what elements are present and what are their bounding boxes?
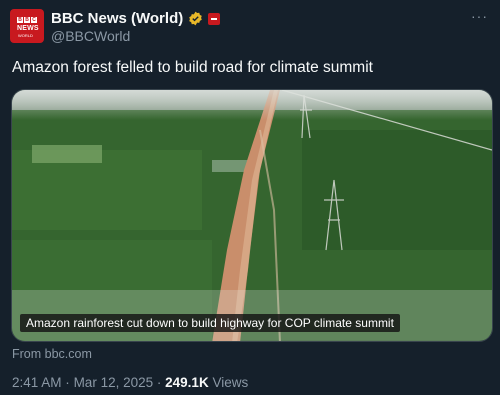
author-name[interactable]: BBC News (World) (51, 10, 183, 27)
post-meta: 2:41 AM · Mar 12, 2025 · 249.1K Views (12, 375, 248, 390)
video-caption: Amazon rainforest cut down to build high… (20, 314, 400, 332)
logo-letter: B (17, 17, 23, 23)
bbc-logo-icon: B B C (17, 17, 37, 23)
avatar[interactable]: B B C NEWS WORLD (10, 9, 44, 43)
aerial-road-image (12, 90, 492, 341)
logo-letter: C (31, 17, 37, 23)
verified-badge-icon (189, 11, 203, 26)
link-source[interactable]: From bbc.com (12, 347, 92, 361)
tweet-text: Amazon forest felled to build road for c… (12, 59, 373, 76)
logo-news-text: NEWS (17, 25, 39, 32)
author-handle[interactable]: @BBCWorld (51, 28, 130, 44)
views-count: 249.1K (165, 375, 209, 390)
video-thumbnail[interactable] (11, 89, 493, 342)
views-label: Views (212, 375, 249, 390)
author-name-row: BBC News (World) (51, 10, 221, 27)
meta-separator: · (65, 375, 70, 390)
logo-letter: B (24, 17, 30, 23)
meta-separator: · (156, 375, 162, 390)
logo-world-text: WORLD (18, 33, 33, 38)
post-time[interactable]: 2:41 AM (12, 375, 62, 390)
post-date[interactable]: Mar 12, 2025 (74, 375, 154, 390)
more-options-icon[interactable]: ··· (471, 8, 488, 24)
org-affiliation-icon[interactable] (208, 12, 221, 25)
